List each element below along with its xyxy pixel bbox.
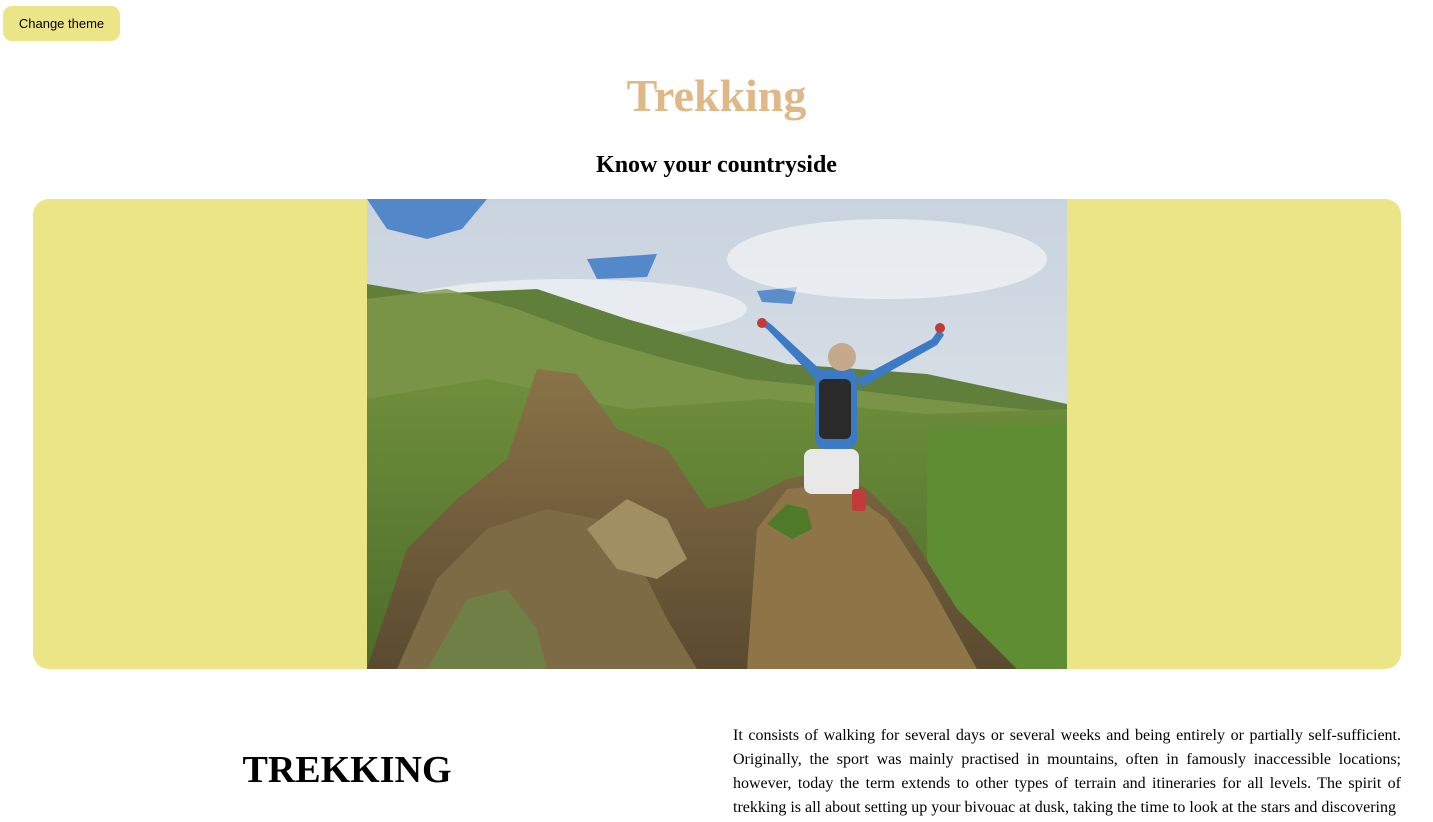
- change-theme-button[interactable]: Change theme: [3, 6, 120, 41]
- hero-banner: [33, 199, 1401, 669]
- section-heading: TREKKING: [242, 749, 452, 791]
- section-body-text: It consists of walking for several days …: [733, 727, 1401, 816]
- hiker-photo: [367, 199, 1067, 669]
- page-subtitle: Know your countryside: [596, 152, 837, 178]
- page-title: Trekking: [626, 70, 807, 121]
